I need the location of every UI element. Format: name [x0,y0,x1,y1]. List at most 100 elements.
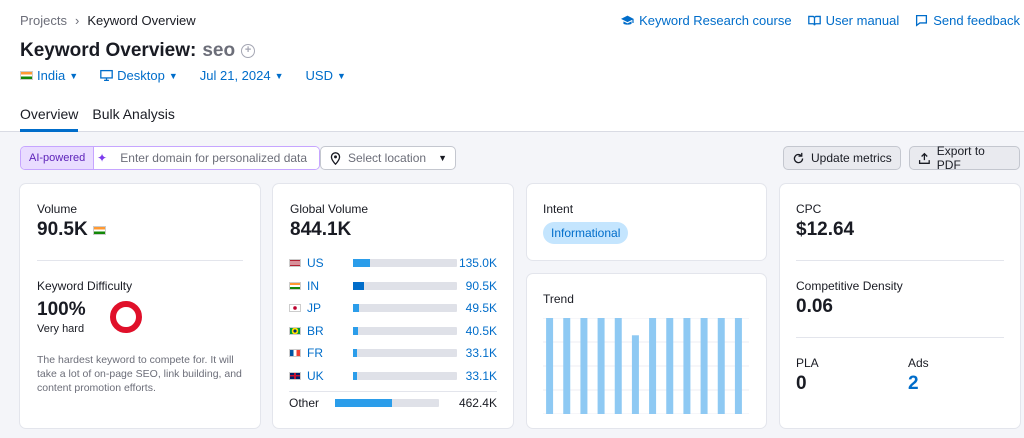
intent-card: Intent Informational [527,184,766,260]
country-volume-value[interactable]: 33.1K [466,369,497,383]
add-keyword-icon[interactable]: + [241,44,256,58]
volume-label: Volume [37,202,78,216]
country-volume-bar [353,326,358,335]
sparkle-icon: ✦ [97,151,108,165]
pla-label: PLA [796,356,819,370]
country-code[interactable]: US [307,256,335,270]
trend-bar[interactable] [734,318,742,414]
trend-bar[interactable] [666,318,674,414]
send-feedback-link[interactable]: Send feedback [915,13,1020,28]
chevron-right-icon: › [74,13,80,28]
graduation-cap-icon [621,15,634,25]
refresh-icon [793,152,804,163]
trend-card: Trend [527,274,766,428]
country-volume-row: US 135.0K [289,255,497,271]
chevron-down-icon: ▼ [274,70,284,81]
country-code[interactable]: JP [307,301,335,315]
cpc-card: CPC $12.64 Competitive Density 0.06 PLA … [780,184,1020,428]
country-volume-value[interactable]: 33.1K [466,346,497,360]
location-select[interactable]: Select location ▼ [320,146,456,170]
country-volume-row: BR 40.5K [289,323,497,339]
export-pdf-button[interactable]: Export to PDF [909,144,1020,172]
cpc-value: $12.64 [796,219,855,240]
trend-bar[interactable] [717,318,725,414]
chevron-down-icon: ▼ [69,70,79,81]
country-code[interactable]: FR [307,346,335,360]
country-volume-row: IN 90.5K [289,278,497,294]
chat-bubble-icon [916,14,928,27]
us-flag-icon [289,259,301,267]
global-volume-label: Global Volume [290,202,369,216]
domain-input[interactable] [93,147,320,169]
country-volume-value[interactable]: 49.5K [466,301,497,315]
chevron-down-icon: ▼ [168,70,178,81]
tab-bar: Overview Bulk Analysis [20,106,175,132]
uk-flag-icon [289,371,301,380]
country-volume-bar [353,304,360,312]
breadcrumb-current: Keyword Overview [87,13,196,28]
trend-label: Trend [543,292,574,306]
country-volume-value[interactable]: 90.5K [466,279,497,293]
country-code[interactable]: UK [307,369,335,383]
breadcrumb: Projects › Keyword Overview [20,13,196,28]
country-dropdown[interactable]: India ▼ [20,68,78,83]
update-metrics-button[interactable]: Update metrics [783,146,901,170]
intent-label: Intent [543,202,574,216]
tab-bulk-analysis[interactable]: Bulk Analysis [92,106,174,132]
country-code[interactable]: IN [307,279,335,293]
ads-value[interactable]: 2 [908,373,929,395]
page-header: Projects › Keyword Overview Keyword Rese… [0,0,1024,132]
divider [289,391,497,392]
divider [796,260,1004,261]
competitive-density-label: Competitive Density [796,279,903,293]
page-title: Keyword Overview: seo + [20,40,256,62]
cpc-label: CPC [796,202,822,216]
user-manual-link[interactable]: User manual [807,13,899,28]
ads-label: Ads [908,356,929,370]
trend-bar[interactable] [580,318,588,414]
trend-bar[interactable] [597,318,605,414]
ai-domain-box: AI-powered ✦ [20,146,321,170]
country-volume-row: FR 33.1K [289,345,497,361]
trend-bar[interactable] [631,335,639,414]
trend-bar[interactable] [700,318,708,414]
country-volume-bar [353,281,365,290]
trend-bar[interactable] [649,318,657,414]
country-volume-row: JP 49.5K [289,300,497,316]
device-dropdown[interactable]: Desktop ▼ [100,68,178,83]
keyword-research-course-link[interactable]: Keyword Research course [621,13,792,28]
country-code[interactable]: BR [307,324,335,338]
desktop-icon [100,69,113,82]
location-pin-icon [330,151,341,165]
intent-badge: Informational [543,222,629,244]
date-dropdown[interactable]: Jul 21, 2024 ▼ [200,68,284,83]
country-volume-bar [353,349,358,357]
competitive-density-value: 0.06 [796,296,833,317]
divider [796,337,1004,338]
chevron-down-icon: ▼ [336,70,346,81]
country-volume-bar [353,259,370,267]
country-volume-value[interactable]: 40.5K [466,324,497,338]
currency-dropdown[interactable]: USD ▼ [306,68,346,83]
trend-bar[interactable] [614,318,622,414]
pla-value: 0 [796,373,807,394]
trend-bar[interactable] [546,318,554,414]
export-icon [918,152,930,164]
difficulty-value: 100% [37,299,86,320]
india-flag-icon [20,71,33,80]
breadcrumb-projects[interactable]: Projects [20,13,67,28]
other-volume-bar [335,399,392,407]
toolbar: AI-powered ✦ Select location ▼ Update me… [20,144,1020,172]
difficulty-label: Keyword Difficulty [37,279,133,293]
trend-bar[interactable] [683,318,691,414]
country-volume-bar [353,371,358,380]
difficulty-ring-icon [109,301,142,333]
global-volume-value: 844.1K [290,219,352,240]
page-title-keyword: seo [202,40,236,61]
tab-overview[interactable]: Overview [20,106,79,132]
fr-flag-icon [289,349,301,357]
jp-flag-icon [289,304,301,312]
chevron-down-icon: ▼ [438,153,447,163]
country-volume-value[interactable]: 135.0K [459,256,497,270]
trend-bar[interactable] [563,318,571,414]
